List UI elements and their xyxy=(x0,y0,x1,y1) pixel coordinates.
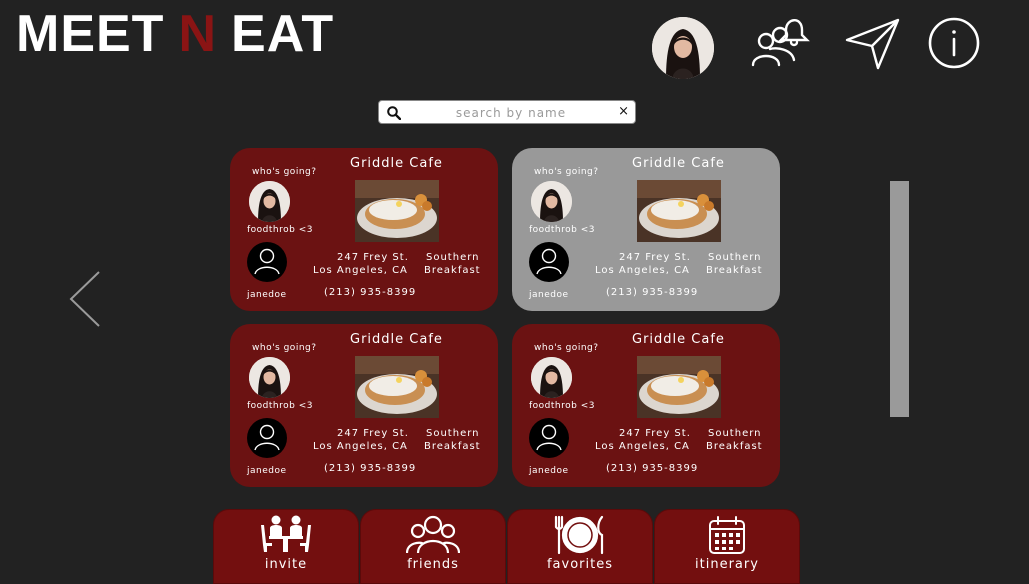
tab-friends[interactable]: friends xyxy=(360,509,506,584)
user-placeholder-icon[interactable] xyxy=(528,417,570,463)
restaurant-name: Griddle Cafe xyxy=(350,156,443,171)
tab-label: itinerary xyxy=(695,557,759,572)
tab-itinerary[interactable]: itinerary xyxy=(654,509,800,584)
friend-username: janedoe xyxy=(529,290,569,300)
address-street: 247 Frey St. xyxy=(619,252,691,263)
tab-label: invite xyxy=(264,557,308,572)
phone-number: (213) 935-8399 xyxy=(606,287,699,298)
restaurant-photo xyxy=(637,180,721,242)
friend-username: janedoe xyxy=(247,466,287,476)
whos-going-label: who's going? xyxy=(252,167,317,177)
restaurant-photo xyxy=(637,356,721,418)
cuisine-label: Southern xyxy=(426,252,480,263)
profile-avatar[interactable] xyxy=(652,17,714,79)
logo-part-a: MEET xyxy=(16,5,165,63)
tab-label: friends xyxy=(407,557,459,572)
info-icon[interactable] xyxy=(928,17,982,71)
restaurant-name: Griddle Cafe xyxy=(350,332,443,347)
logo-part-b: N xyxy=(178,5,218,63)
tab-label: favorites xyxy=(546,557,613,572)
phone-number: (213) 935-8399 xyxy=(606,463,699,474)
restaurant-photo xyxy=(355,356,439,418)
restaurant-card[interactable]: who's going? Griddle Cafe foodthrob <3 jane… xyxy=(512,324,780,487)
whos-going-label: who's going? xyxy=(534,343,599,353)
restaurant-photo xyxy=(355,180,439,242)
whos-going-label: who's going? xyxy=(252,343,317,353)
calendar-icon xyxy=(655,515,799,555)
address-city: Los Angeles, CA xyxy=(313,441,408,452)
friend-username: foodthrob <3 xyxy=(247,401,313,411)
friend-username: janedoe xyxy=(529,466,569,476)
clear-search-icon[interactable]: × xyxy=(618,103,629,121)
friends-notification-icon[interactable] xyxy=(750,8,812,68)
search-input[interactable] xyxy=(409,102,613,124)
app-logo: MEET N EAT xyxy=(16,6,334,62)
restaurant-card[interactable]: who's going? Griddle Cafe foodthrob <3 jane… xyxy=(230,148,498,311)
address-city: Los Angeles, CA xyxy=(595,441,690,452)
restaurant-card[interactable]: who's going? Griddle Cafe foodthrob <3 jane… xyxy=(230,324,498,487)
restaurant-name: Griddle Cafe xyxy=(632,156,725,171)
address-city: Los Angeles, CA xyxy=(595,265,690,276)
restaurant-card[interactable]: who's going? Griddle Cafe foodthrob <3 jane… xyxy=(512,148,780,311)
tab-favorites[interactable]: favorites xyxy=(507,509,653,584)
user-placeholder-icon[interactable] xyxy=(528,241,570,287)
cuisine-label: Breakfast xyxy=(424,441,481,452)
plate-fork-knife-icon xyxy=(508,515,652,555)
cuisine-label: Breakfast xyxy=(706,441,763,452)
restaurant-name: Griddle Cafe xyxy=(632,332,725,347)
scrollbar[interactable] xyxy=(890,181,909,417)
previous-page-arrow-icon[interactable] xyxy=(66,268,104,334)
friend-username: janedoe xyxy=(247,290,287,300)
whos-going-label: who's going? xyxy=(534,167,599,177)
logo-part-c: EAT xyxy=(231,5,335,63)
cuisine-label: Breakfast xyxy=(424,265,481,276)
friend-avatar[interactable] xyxy=(531,181,572,222)
cuisine-label: Breakfast xyxy=(706,265,763,276)
address-city: Los Angeles, CA xyxy=(313,265,408,276)
search-bar[interactable]: × xyxy=(378,100,636,124)
cuisine-label: Southern xyxy=(708,252,762,263)
friend-username: foodthrob <3 xyxy=(529,225,595,235)
address-street: 247 Frey St. xyxy=(337,428,409,439)
address-street: 247 Frey St. xyxy=(619,428,691,439)
friend-avatar[interactable] xyxy=(249,357,290,398)
cuisine-label: Southern xyxy=(708,428,762,439)
address-street: 247 Frey St. xyxy=(337,252,409,263)
search-icon xyxy=(387,105,402,124)
phone-number: (213) 935-8399 xyxy=(324,463,417,474)
friend-avatar[interactable] xyxy=(249,181,290,222)
user-placeholder-icon[interactable] xyxy=(246,417,288,463)
phone-number: (213) 935-8399 xyxy=(324,287,417,298)
friends-group-icon xyxy=(361,515,505,555)
cuisine-label: Southern xyxy=(426,428,480,439)
friend-username: foodthrob <3 xyxy=(247,225,313,235)
send-icon[interactable] xyxy=(845,17,901,71)
friend-username: foodthrob <3 xyxy=(529,401,595,411)
people-at-table-icon xyxy=(214,515,358,553)
friend-avatar[interactable] xyxy=(531,357,572,398)
user-placeholder-icon[interactable] xyxy=(246,241,288,287)
tab-invite[interactable]: invite xyxy=(213,509,359,584)
